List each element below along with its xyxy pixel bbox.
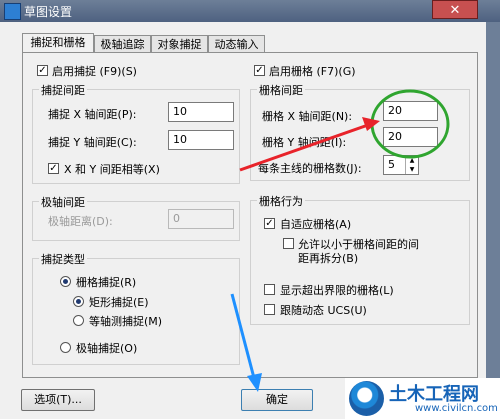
major-line-value: 5 — [388, 158, 395, 171]
window-frame-edge — [486, 22, 500, 419]
adaptive-grid-checkbox[interactable]: ✓ — [264, 218, 275, 229]
watermark-url: www.civilcn.com — [415, 403, 498, 414]
grid-y-input[interactable]: 20 — [383, 127, 438, 147]
watermark: 土木工程网 www.civilcn.com — [345, 378, 500, 419]
app-icon — [4, 3, 21, 20]
enable-grid-label: 启用栅格 (F7)(G) — [269, 65, 356, 78]
tab-snap-grid[interactable]: 捕捉和栅格 — [22, 33, 94, 53]
rect-snap-label: 矩形捕捉(E) — [89, 296, 149, 309]
snap-type-title: 捕捉类型 — [39, 251, 87, 267]
grid-x-input[interactable]: 20 — [383, 101, 438, 121]
snap-y-label: 捕捉 Y 轴间距(C): — [48, 136, 137, 149]
follow-ucs-label: 跟随动态 UCS(U) — [280, 304, 367, 317]
equal-spacing-label: X 和 Y 间距相等(X) — [64, 163, 160, 176]
tab-object-snap[interactable]: 对象捕捉 — [151, 35, 208, 52]
iso-snap-radio[interactable] — [73, 315, 84, 326]
major-line-label: 每条主线的栅格数(J): — [258, 162, 362, 175]
snap-spacing-title: 捕捉间距 — [39, 82, 87, 98]
snap-x-input[interactable]: 10 — [168, 102, 234, 122]
subdivide-label-line2: 距再拆分(B) — [298, 252, 359, 265]
beyond-limits-checkbox[interactable] — [264, 284, 275, 295]
grid-behavior-title: 栅格行为 — [257, 193, 305, 209]
tab-dynamic-input[interactable]: 动态输入 — [208, 35, 265, 52]
polar-distance-input[interactable]: 0 — [168, 209, 234, 229]
beyond-limits-label: 显示超出界限的栅格(L) — [280, 284, 394, 297]
tab-polar-tracking[interactable]: 极轴追踪 — [94, 35, 151, 52]
ok-button[interactable]: 确定 — [241, 389, 313, 411]
major-line-input[interactable]: 5 ▲ ▼ — [383, 155, 419, 175]
spinner-arrows-icon[interactable]: ▲ ▼ — [405, 156, 418, 174]
follow-ucs-checkbox[interactable] — [264, 304, 275, 315]
adaptive-grid-label: 自适应栅格(A) — [280, 218, 352, 231]
grid-y-label: 栅格 Y 轴间距(I): — [262, 136, 347, 149]
polar-snap-label: 极轴捕捉(O) — [76, 342, 138, 355]
snap-x-label: 捕捉 X 轴间距(P): — [48, 108, 137, 121]
grid-snap-label: 栅格捕捉(R) — [76, 276, 137, 289]
options-button[interactable]: 选项(T)... — [21, 389, 95, 411]
polar-snap-radio[interactable] — [60, 342, 71, 353]
title-bar: 草图设置 ✕ — [0, 0, 500, 22]
enable-snap-label: 启用捕捉 (F9)(S) — [52, 65, 137, 78]
iso-snap-label: 等轴测捕捉(M) — [89, 315, 163, 328]
grid-spacing-title: 栅格间距 — [257, 82, 305, 98]
polar-distance-label: 极轴距离(D): — [48, 215, 113, 228]
watermark-logo-icon — [349, 381, 384, 416]
grid-x-label: 栅格 X 轴间距(N): — [262, 110, 353, 123]
window-title: 草图设置 — [24, 5, 73, 19]
enable-grid-checkbox[interactable]: ✓ — [254, 65, 265, 76]
polar-spacing-title: 极轴间距 — [39, 194, 87, 210]
enable-snap-checkbox[interactable]: ✓ — [37, 65, 48, 76]
rect-snap-radio[interactable] — [73, 296, 84, 307]
grid-snap-radio[interactable] — [60, 276, 71, 287]
snap-y-input[interactable]: 10 — [168, 130, 234, 150]
close-button[interactable]: ✕ — [432, 0, 478, 19]
equal-spacing-checkbox[interactable]: ✓ — [48, 163, 59, 174]
subdivide-checkbox[interactable] — [283, 238, 294, 249]
